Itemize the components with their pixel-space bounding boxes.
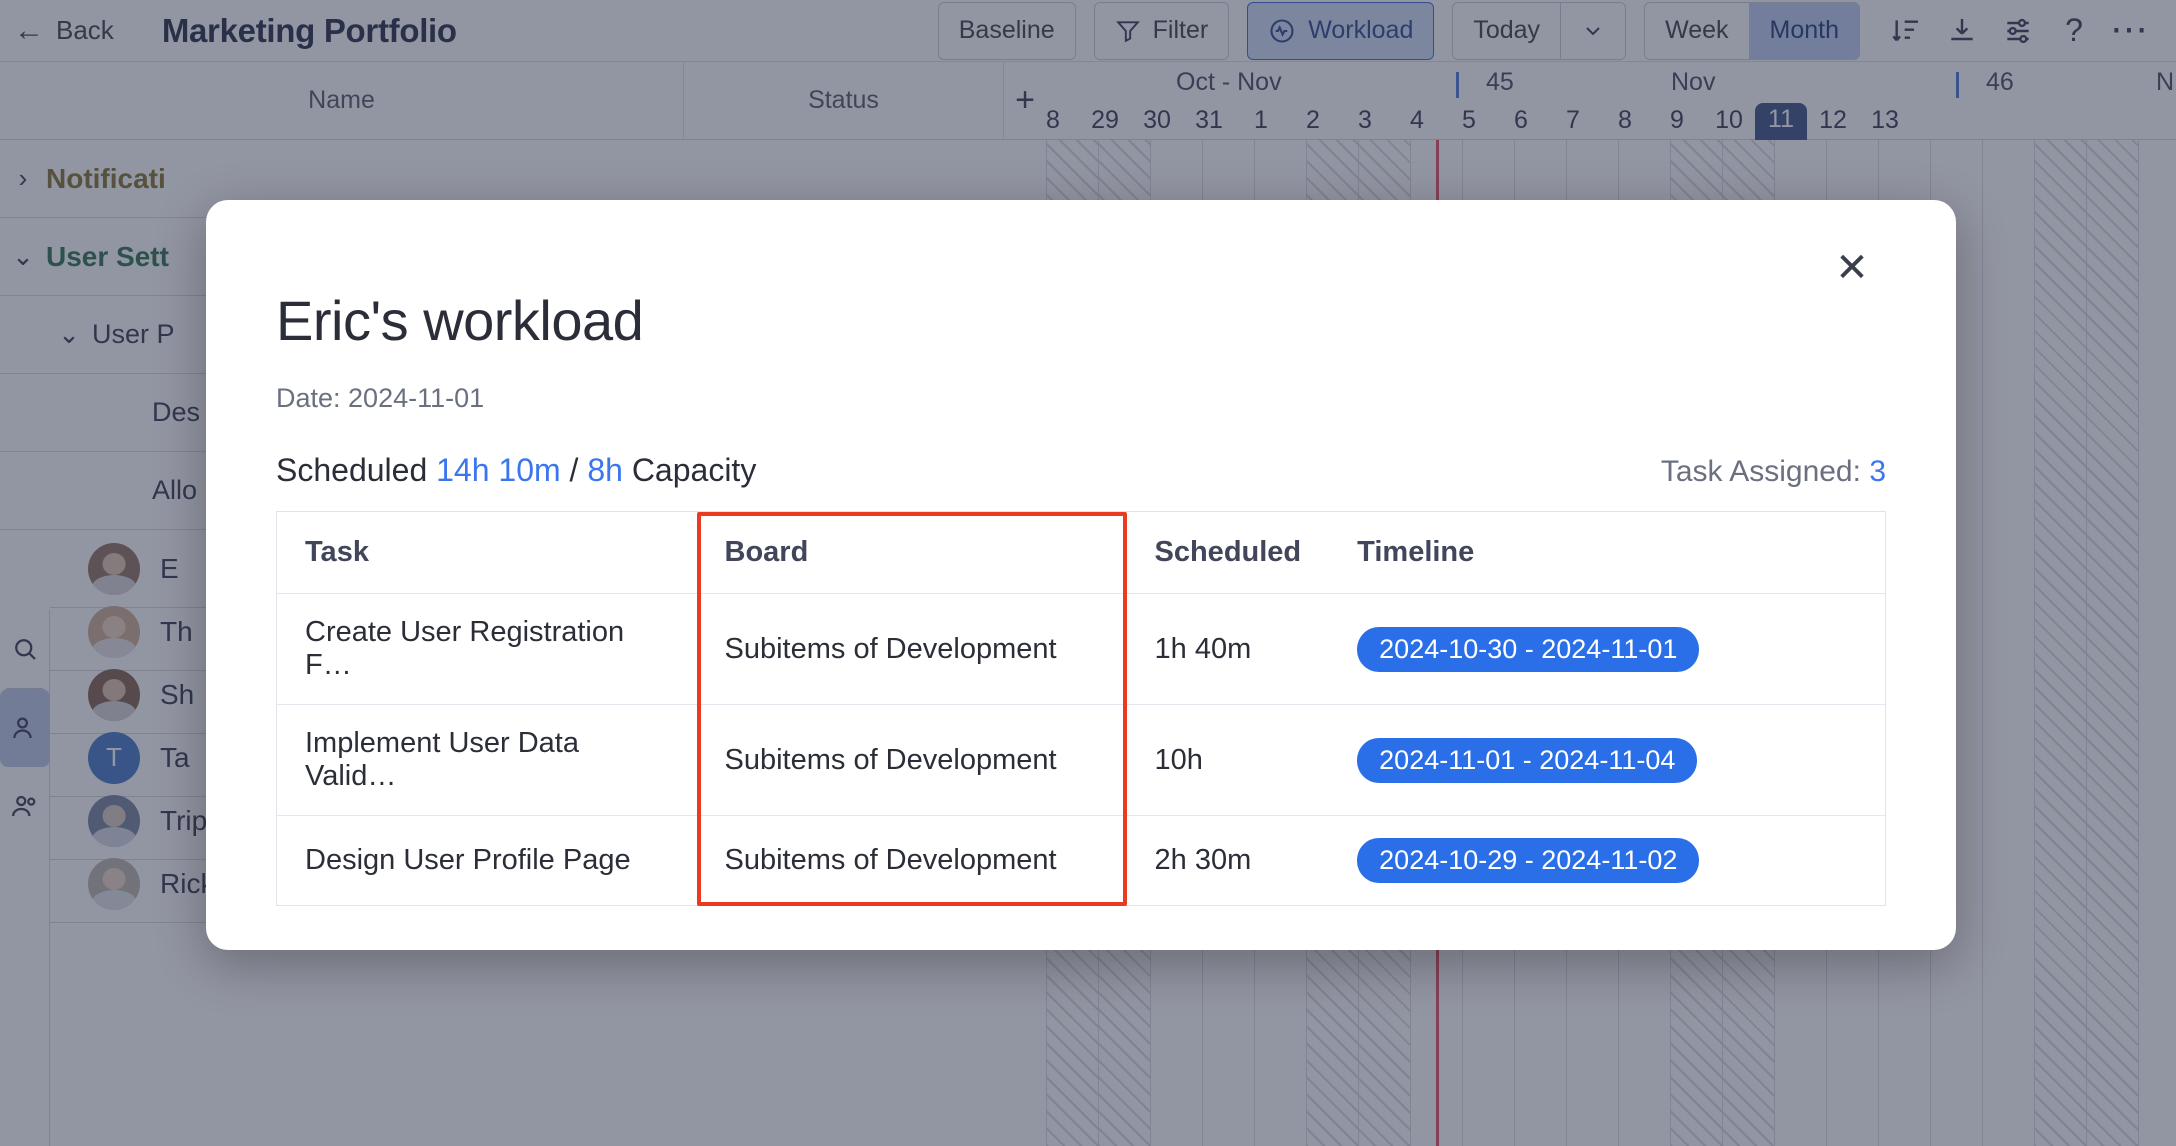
scheduled-capacity-text: Scheduled 14h 10m / 8h Capacity [276, 452, 756, 489]
schedule-summary-row: Scheduled 14h 10m / 8h Capacity Task Ass… [276, 452, 1886, 489]
slash-separator: / [569, 452, 579, 488]
task-assigned-count: 3 [1869, 455, 1886, 488]
table-row[interactable]: Implement User Data Valid… Subitems of De… [276, 704, 1886, 816]
cell-task: Create User Registration F… [276, 593, 697, 705]
timeline-range-badge[interactable]: 2024-11-01 - 2024-11-04 [1357, 737, 1698, 783]
task-assigned: Task Assigned: 3 [1661, 455, 1886, 489]
timeline-range-badge[interactable]: 2024-10-30 - 2024-11-01 [1357, 626, 1700, 672]
timeline-range-badge[interactable]: 2024-10-29 - 2024-11-02 [1357, 838, 1700, 883]
cell-board: Subitems of Development [696, 593, 1127, 705]
modal-date: Date: 2024-11-01 [276, 383, 485, 413]
cell-timeline: 2024-11-01 - 2024-11-04 [1329, 704, 1886, 816]
cell-board: Subitems of Development [696, 704, 1127, 816]
capacity-suffix: Capacity [631, 452, 757, 488]
cell-timeline: 2024-10-30 - 2024-11-01 [1329, 593, 1886, 705]
workload-modal: ✕ Eric's workload Date: 2024-11-01 Sched… [206, 200, 1956, 950]
capacity-value: 8h [587, 452, 623, 488]
cell-task: Implement User Data Valid… [276, 704, 697, 816]
scheduled-value: 14h 10m [436, 452, 561, 488]
column-header-board: Board [696, 511, 1127, 594]
column-header-timeline: Timeline [1329, 511, 1886, 594]
workload-table: Task Board Scheduled Timeline Create Use… [276, 511, 1886, 906]
cell-board: Subitems of Development [724, 844, 1057, 876]
cell-scheduled: 10h [1126, 704, 1330, 816]
cell-scheduled: 2h 30m [1154, 844, 1252, 876]
table-row[interactable]: Create User Registration F… Subitems of D… [276, 593, 1886, 705]
column-header-task: Task [276, 511, 697, 594]
task-assigned-label: Task Assigned: [1660, 455, 1861, 488]
cell-task: Design User Profile Page [305, 844, 631, 876]
cell-timeline: 2024-10-29 - 2024-11-02 [1329, 816, 1885, 906]
column-header-scheduled: Scheduled [1126, 511, 1330, 594]
table-header-row: Task Board Scheduled Timeline [276, 511, 1886, 594]
cell-scheduled: 1h 40m [1126, 593, 1330, 705]
modal-title: Eric's workload [276, 289, 644, 352]
scheduled-prefix: Scheduled [276, 452, 428, 488]
table-row[interactable]: Design User Profile Page Subitems of Deve… [277, 816, 1886, 906]
close-icon[interactable]: ✕ [1828, 244, 1876, 292]
